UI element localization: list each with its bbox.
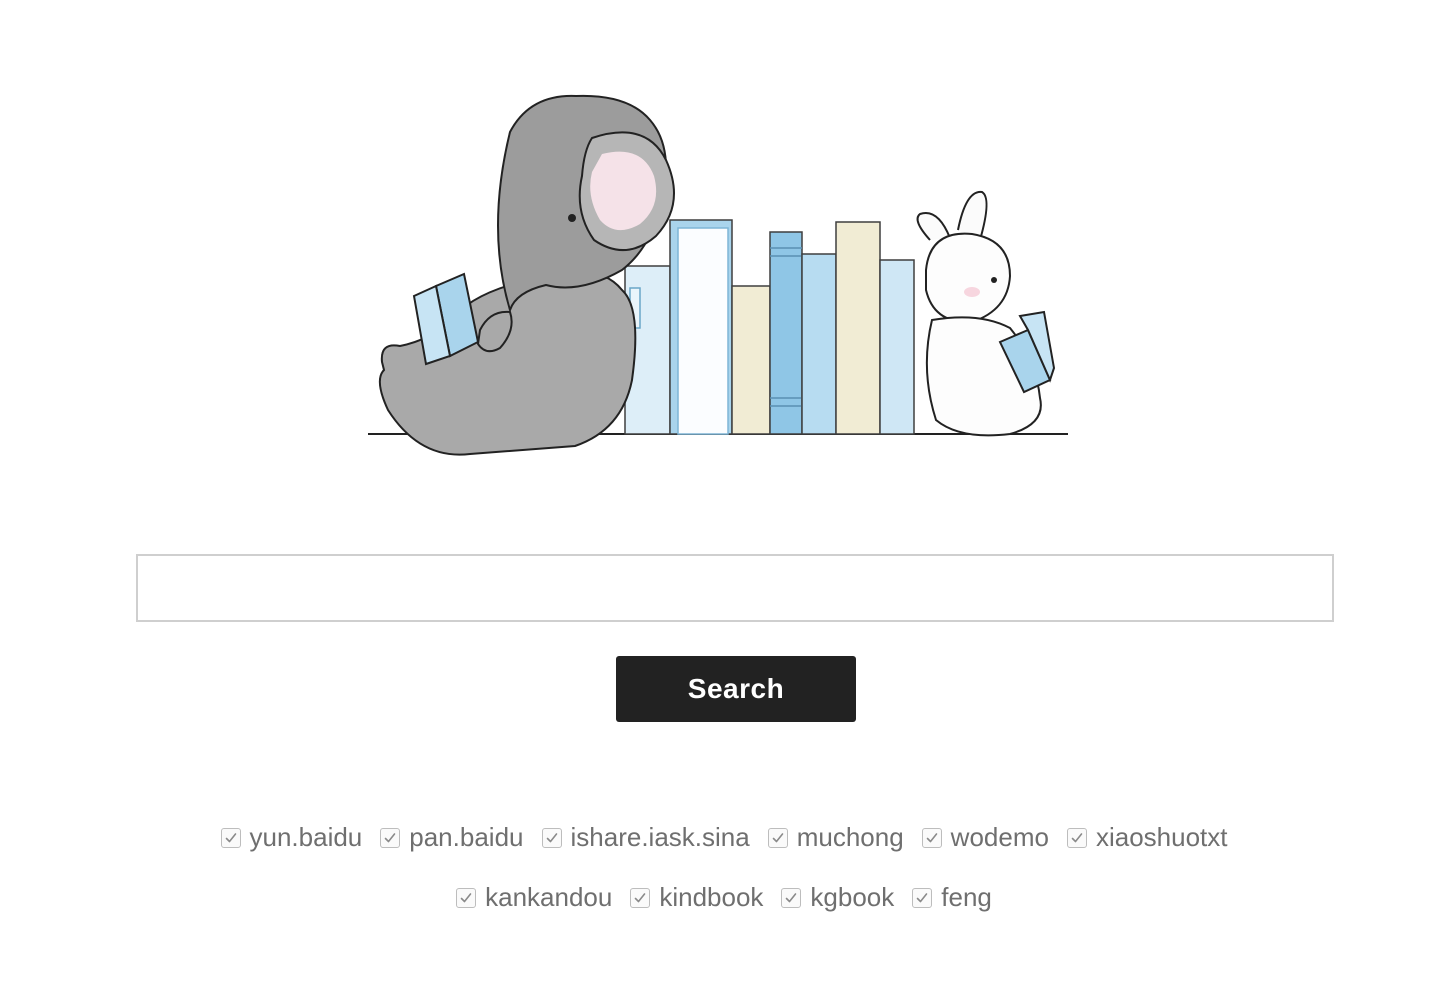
rabbit-group — [916, 190, 1056, 437]
source-option[interactable]: wodemo — [921, 822, 1049, 853]
source-option[interactable]: kgbook — [781, 882, 894, 913]
source-option[interactable]: yun.baidu — [220, 822, 363, 853]
source-label: yun.baidu — [249, 822, 363, 852]
source-checkbox-row: yun.baidu pan.baidu ishare.iask.sina muchon… — [0, 822, 1448, 853]
source-label: ishare.iask.sina — [570, 822, 750, 852]
source-option[interactable]: feng — [912, 882, 992, 913]
source-checkbox-row: kankandou kindbook kgbook feng — [0, 882, 1448, 913]
source-checkbox[interactable] — [220, 827, 241, 848]
source-label: xiaoshuotxt — [1095, 822, 1228, 852]
source-label: muchong — [796, 822, 904, 852]
elephant-and-rabbit-reading-illustration — [368, 94, 1068, 456]
source-checkbox[interactable] — [630, 887, 651, 908]
checkmark-icon — [384, 832, 396, 842]
source-checkbox[interactable] — [456, 887, 477, 908]
source-option[interactable]: xiaoshuotxt — [1066, 822, 1228, 853]
checkmark-icon — [926, 832, 937, 842]
checkmark-icon — [460, 892, 472, 902]
checkmark-icon — [635, 892, 646, 902]
search-input[interactable] — [136, 554, 1334, 622]
source-option[interactable]: muchong — [767, 822, 904, 853]
search-button[interactable]: Search — [616, 656, 856, 722]
source-checkbox[interactable] — [767, 827, 788, 848]
page: Search yun.baidu pan.baidu ishare.iask.sin… — [0, 0, 1448, 988]
source-label: kankandou — [485, 882, 613, 912]
source-label: kgbook — [810, 882, 895, 912]
checkmark-icon — [786, 892, 797, 902]
source-option[interactable]: ishare.iask.sina — [541, 822, 750, 853]
checkmark-icon — [1071, 832, 1083, 842]
source-checkbox[interactable] — [921, 827, 942, 848]
source-option[interactable]: kindbook — [630, 882, 763, 913]
source-option[interactable]: kankandou — [456, 882, 612, 913]
source-checkbox[interactable] — [380, 827, 401, 848]
source-checkbox[interactable] — [781, 887, 802, 908]
books-group — [624, 219, 915, 435]
source-option[interactable]: pan.baidu — [380, 822, 524, 853]
source-checkbox[interactable] — [541, 827, 562, 848]
source-label: pan.baidu — [409, 822, 524, 852]
source-checkbox[interactable] — [912, 887, 933, 908]
source-label: kindbook — [659, 882, 764, 912]
source-label: feng — [941, 882, 992, 912]
checkmark-icon — [916, 892, 928, 902]
source-checkbox[interactable] — [1066, 827, 1087, 848]
source-label: wodemo — [950, 822, 1049, 852]
checkmark-icon — [225, 832, 236, 842]
checkmark-icon — [772, 832, 784, 842]
checkmark-icon — [546, 832, 557, 842]
